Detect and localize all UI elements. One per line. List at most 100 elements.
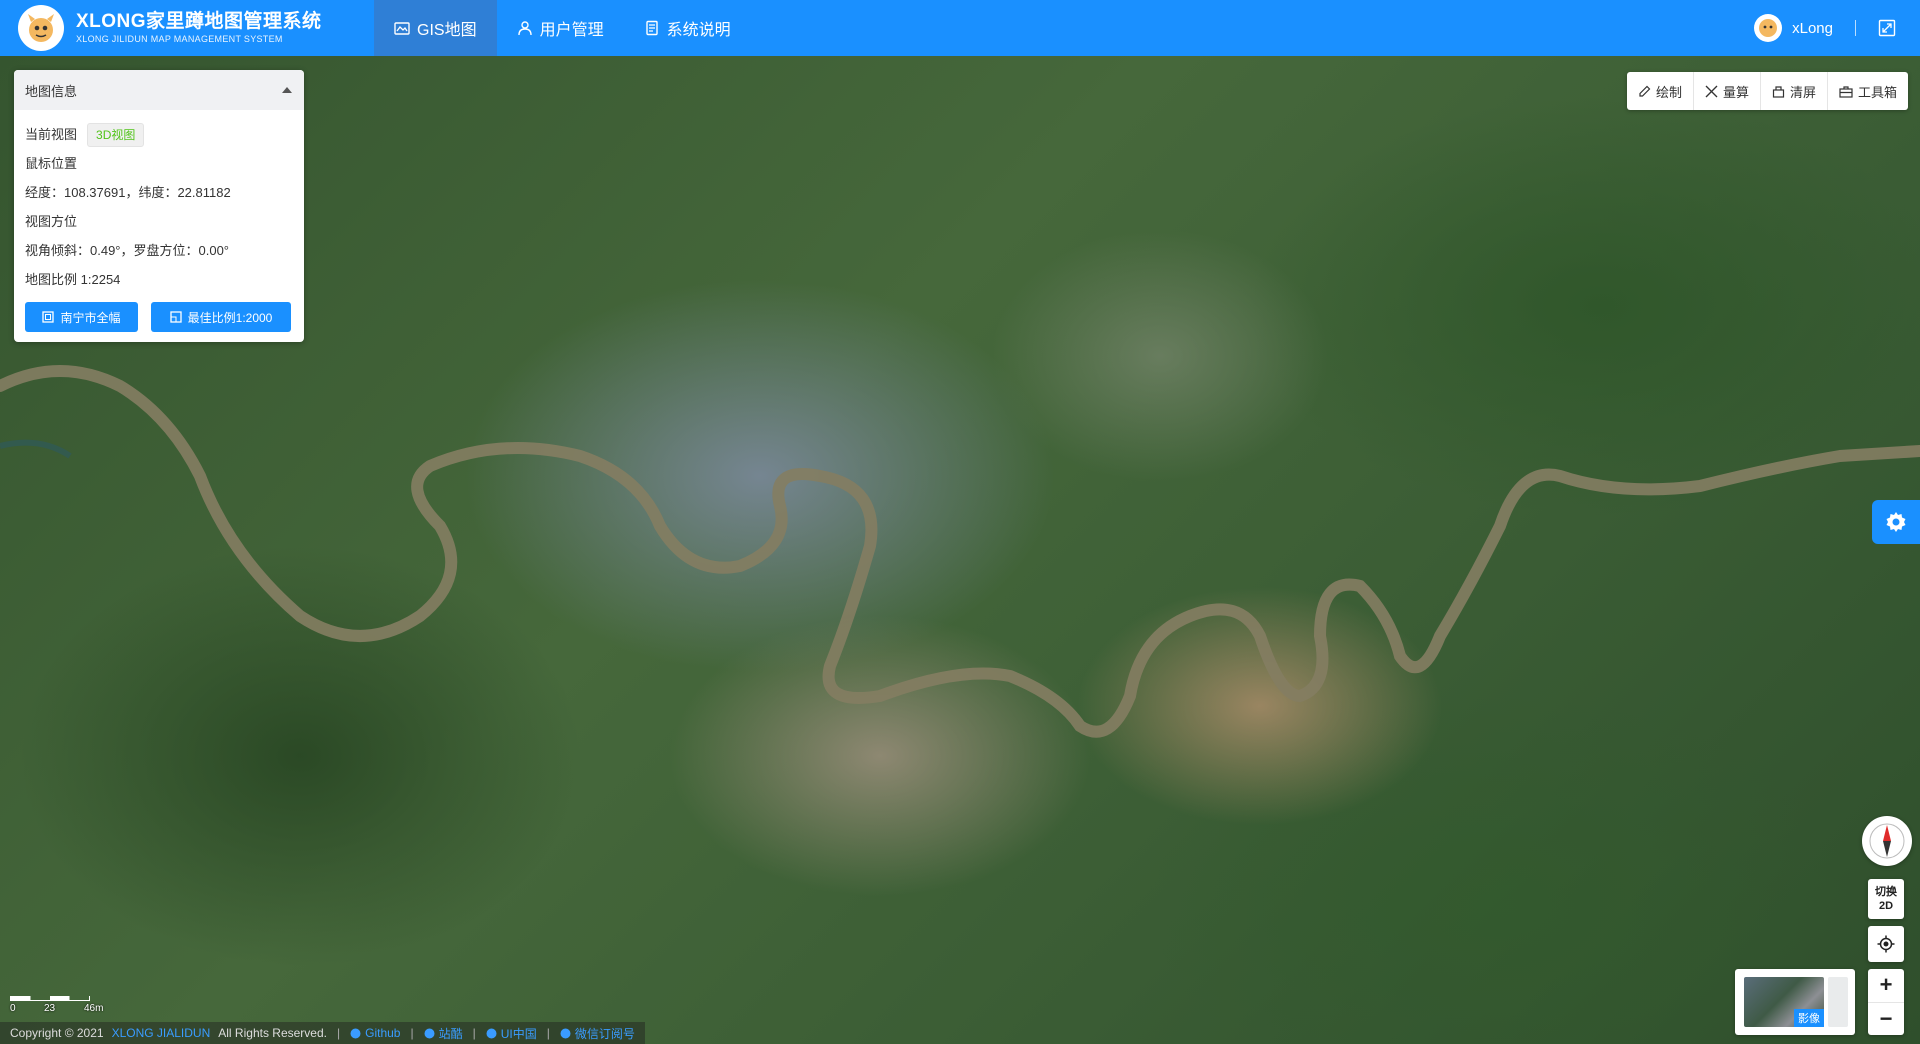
app-root: XLONG家里蹲地图管理系统 XLONG JILIDUN MAP MANAGEM… [0,0,1920,1044]
clear-tool-label: 清屏 [1789,84,1816,100]
basemap-imagery-label: 影像 [1794,1009,1824,1027]
footer-divider: | [410,1026,414,1040]
footer-divider: | [472,1026,476,1040]
basemap-vector-thumbnail[interactable] [1828,977,1848,1027]
uichina-icon [486,1028,497,1038]
zoom-in-button[interactable]: + [1868,969,1904,1002]
map-scale-value: 1:2254 [80,272,121,287]
basemap-imagery-thumbnail[interactable]: 影像 [1744,977,1824,1027]
full-extent-label: 南宁市全幅 [60,310,121,325]
draw-tool-label: 绘制 [1655,84,1682,100]
collapse-up-icon[interactable] [281,86,293,94]
measure-tool-button[interactable]: 量算 [1692,72,1760,110]
fullscreen-icon[interactable] [1878,19,1896,37]
view-mode-tag: 3D视图 [87,123,145,147]
rights-text: All Rights Reserved. [218,1026,327,1040]
draw-tool-button[interactable]: 绘制 [1627,72,1693,110]
scale-icon [169,311,182,323]
nav-system-docs-label: 系统说明 [666,22,731,39]
basemap-switcher[interactable]: 影像 [1735,969,1855,1035]
github-icon [350,1028,361,1038]
map-toolbar: 绘制 量算 清屏 工具箱 [1626,72,1908,110]
gear-icon [1886,512,1906,532]
main-nav: GIS地图 用户管理 系统说明 [374,0,751,56]
github-link[interactable]: Github [350,1026,400,1040]
locate-icon [1877,935,1895,953]
footer-brand-link[interactable]: XLONG JIALIDUN [112,1026,211,1040]
map-info-panel: 地图信息 当前视图 3D视图 鼠标位置 经度：108.37691，纬度：22.81… [14,70,304,342]
wechat-link[interactable]: 微信订阅号 [560,1025,635,1042]
full-extent-button[interactable]: 南宁市全幅 [25,302,138,332]
app-subtitle: XLONG JILIDUN MAP MANAGEMENT SYSTEM [76,34,283,44]
info-panel-title: 地图信息 [25,83,78,99]
wechat-icon [560,1028,571,1038]
toolbox-label: 工具箱 [1857,84,1897,100]
scale-bar-labels: 0 23 46m [10,1003,120,1015]
nav-user-management[interactable]: 用户管理 [497,0,624,56]
map-icon [394,22,410,35]
user-area: xLong [1754,0,1896,56]
brand: XLONG家里蹲地图管理系统 XLONG JILIDUN MAP MANAGEM… [76,11,356,45]
wechat-link-label: 微信订阅号 [574,1026,635,1041]
switch-2d-line2: 2D [1878,900,1894,912]
logo [18,5,64,51]
mouse-position-label: 鼠标位置 [25,156,78,171]
clear-icon [1772,85,1785,98]
footer: Copyright © 2021 XLONG JIALIDUN All Righ… [0,1022,645,1044]
zoom-out-button[interactable]: − [1868,1001,1904,1036]
zoom-control: + − [1868,969,1904,1035]
view-orientation-values: 视角倾斜：0.49°，罗盘方位：0.00° [25,243,230,258]
scale-label-0: 0 [10,1003,16,1014]
best-scale-button[interactable]: 最佳比例1:2000 [151,302,291,332]
current-view-row: 当前视图 3D视图 [25,120,293,149]
top-header: XLONG家里蹲地图管理系统 XLONG JILIDUN MAP MANAGEM… [0,0,1920,56]
avatar-icon [1759,19,1778,37]
extent-icon [42,311,55,323]
scale-label-1: 23 [44,1003,56,1014]
zcool-icon [424,1028,435,1038]
scale-bar: 0 23 46m [10,996,120,1015]
mouse-coordinates: 经度：108.37691，纬度：22.81182 [25,185,231,200]
zcool-link-label: 站酷 [438,1026,463,1041]
map-scale-row: 地图比例 1:2254 [25,265,293,294]
clear-tool-button[interactable]: 清屏 [1759,72,1827,110]
switch-2d-line1: 切换 [1875,886,1897,898]
user-icon [517,21,532,36]
best-scale-label: 最佳比例1:2000 [187,310,273,325]
uichina-link-label: UI中国 [500,1026,537,1041]
toolbox-button[interactable]: 工具箱 [1826,72,1908,110]
github-link-label: Github [365,1026,401,1040]
app-title: XLONG家里蹲地图管理系统 [76,11,322,32]
nav-user-management-label: 用户管理 [539,22,604,39]
logo-icon [28,14,54,42]
info-panel-body: 当前视图 3D视图 鼠标位置 经度：108.37691，纬度：22.81182 视… [14,110,304,342]
compass-icon [1869,823,1905,859]
info-panel-actions: 南宁市全幅 最佳比例1:2000 [25,302,293,332]
header-divider [1855,20,1856,36]
uichina-link[interactable]: UI中国 [486,1025,537,1042]
ruler-icon [1705,85,1718,97]
footer-divider: | [546,1026,550,1040]
avatar[interactable] [1754,14,1783,42]
zcool-link[interactable]: 站酷 [424,1025,463,1042]
map-scale-label: 地图比例 [25,272,78,287]
username[interactable]: xLong [1792,20,1833,37]
scale-label-2: 46m [84,1003,104,1014]
scale-bar-graphic [10,996,90,1001]
toolbox-icon [1839,85,1853,98]
locate-button[interactable] [1868,926,1904,962]
switch-2d-button[interactable]: 切换 2D [1868,879,1904,919]
document-icon [645,20,658,36]
current-view-label: 当前视图 [25,127,78,142]
settings-button[interactable] [1872,500,1920,544]
pencil-icon [1639,85,1651,97]
footer-divider: | [336,1026,341,1040]
measure-tool-label: 量算 [1722,84,1749,100]
nav-system-docs[interactable]: 系统说明 [624,0,751,56]
info-panel-header[interactable]: 地图信息 [14,70,304,110]
nav-gis-map-label: GIS地图 [417,22,477,39]
view-orientation-label: 视图方位 [25,214,78,229]
nav-gis-map[interactable]: GIS地图 [374,0,497,56]
copyright-text: Copyright © 2021 [10,1026,104,1040]
compass[interactable] [1862,816,1912,866]
